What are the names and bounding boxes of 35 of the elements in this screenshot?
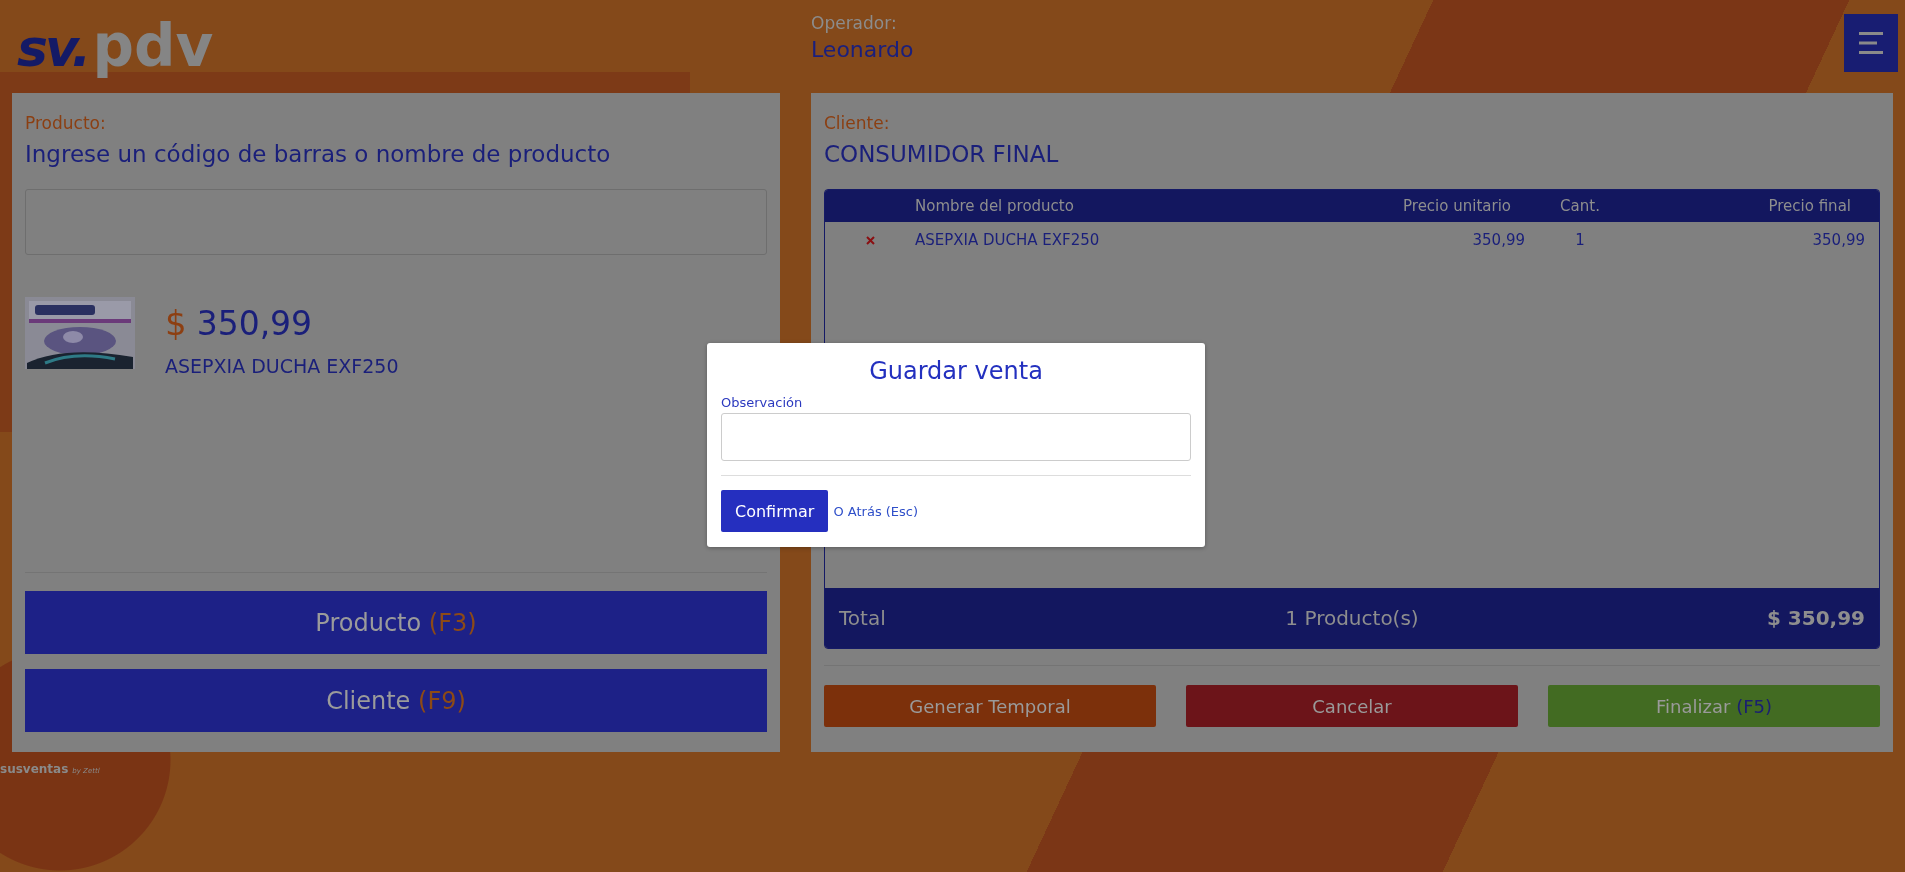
product-name: ASEPXIA DUCHA EXF250 — [165, 355, 399, 377]
brand-name: susventas — [0, 762, 69, 776]
client-name: CONSUMIDOR FINAL — [824, 141, 1059, 167]
action-button[interactable]: Cancelar — [1186, 685, 1518, 727]
field-label: Cliente: — [824, 113, 890, 133]
table-cell-text: 1 — [1574, 231, 1586, 249]
confirm-button[interactable]: Confirmar — [721, 490, 829, 532]
logo-text: pdv — [92, 12, 214, 80]
column-header: Nombre del producto — [915, 197, 1075, 215]
product-count: 1 Producto(s) — [1284, 606, 1420, 630]
logo-mark: sv. — [17, 18, 89, 78]
dialog-title: Guardar venta — [869, 357, 1043, 385]
column-header: Precio final — [1767, 197, 1852, 215]
operator-label: Operador: — [811, 13, 898, 33]
panel-heading: Ingrese un código de barras o nombre de producto — [25, 141, 611, 167]
currency-symbol: $ — [165, 303, 187, 343]
observation-field[interactable] — [721, 413, 1191, 461]
shortcut-button[interactable]: Producto (F3) — [25, 591, 767, 654]
total-label: Total — [839, 606, 887, 630]
remove-icon[interactable] — [865, 235, 875, 245]
field-label: Observación — [721, 395, 803, 410]
product-price: 350,99 — [196, 304, 313, 343]
menu-button[interactable] — [1844, 14, 1898, 72]
total-amount: $ 350,99 — [1765, 606, 1865, 630]
field-label: Producto: — [25, 113, 106, 133]
table-cell-text: 350,99 — [1811, 231, 1865, 249]
table-cell-text: 350,99 — [1471, 231, 1525, 249]
column-header: Cant. — [1559, 197, 1601, 215]
back-link[interactable]: O Atrás (Esc) — [833, 503, 919, 519]
column-header: Precio unitario — [1402, 197, 1512, 215]
action-button[interactable]: Generar Temporal — [824, 685, 1156, 727]
shortcut-button[interactable]: Cliente (F9) — [25, 669, 767, 732]
menu-icon — [1859, 32, 1883, 54]
operator-name: Leonardo — [811, 37, 915, 62]
table-cell-text: ASEPXIA DUCHA EXF250 — [915, 231, 1101, 249]
